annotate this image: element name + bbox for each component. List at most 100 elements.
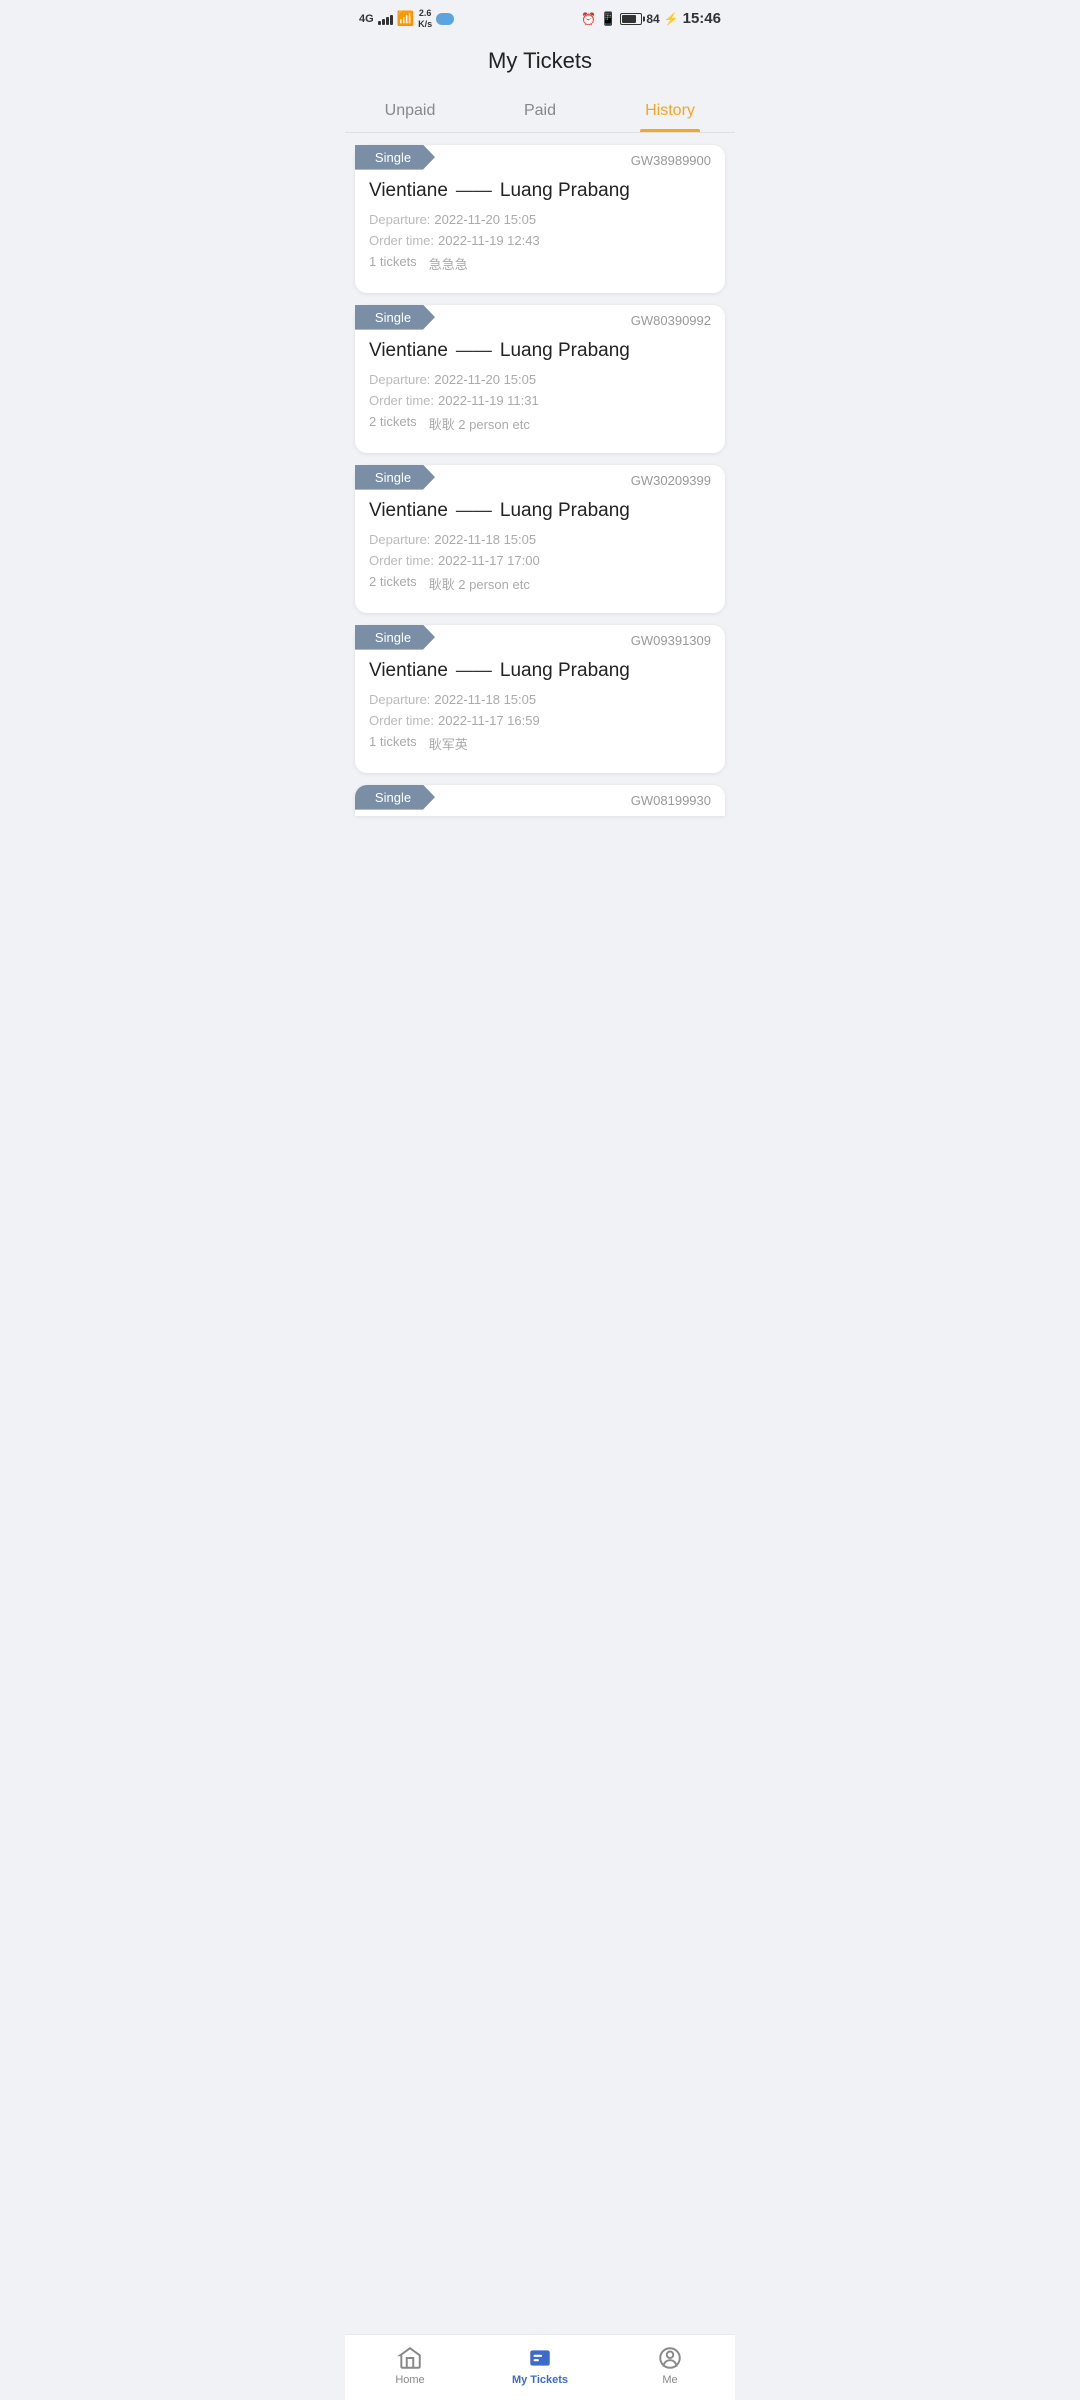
departure-label: Departure: xyxy=(369,692,430,707)
status-right: ⏰ 📱 84 ⚡ 15:46 xyxy=(581,10,721,27)
network-speed: 2.6 K/s xyxy=(418,8,432,30)
passengers: 耿耿 2 person etc xyxy=(429,574,530,593)
to-city: Luang Prabang xyxy=(500,500,630,522)
ticket-card[interactable]: Single GW38989900 Vientiane —— Luang Pra… xyxy=(355,145,725,293)
order-number: GW09391309 xyxy=(631,625,711,648)
ticket-card[interactable]: Single GW80390992 Vientiane —— Luang Pra… xyxy=(355,305,725,453)
wifi-icon: 📶 xyxy=(397,10,414,27)
alarm-icon: ⏰ xyxy=(581,12,596,26)
page-title: My Tickets xyxy=(345,34,735,90)
charging-icon: ⚡ xyxy=(664,12,679,26)
order-number: GW38989900 xyxy=(631,145,711,168)
departure-row: Departure: 2022-11-18 15:05 xyxy=(369,532,711,547)
route-arrow: —— xyxy=(456,660,492,681)
person-icon xyxy=(657,2345,683,2371)
battery-percent: 84 xyxy=(646,12,659,26)
route: Vientiane —— Luang Prabang xyxy=(369,500,711,522)
departure-label: Departure: xyxy=(369,212,430,227)
ticket-card-partial[interactable]: Single GW08199930 xyxy=(355,785,725,816)
ticket-type-badge: Single xyxy=(355,465,435,490)
route: Vientiane —— Luang Prabang xyxy=(369,660,711,682)
nav-home[interactable]: Home xyxy=(345,2335,475,2400)
to-city: Luang Prabang xyxy=(500,340,630,362)
from-city: Vientiane xyxy=(369,340,448,362)
status-left: 4G 📶 2.6 K/s xyxy=(359,8,454,30)
tickets-count: 2 tickets xyxy=(369,414,417,433)
departure-row: Departure: 2022-11-20 15:05 xyxy=(369,212,711,227)
route-arrow: —— xyxy=(456,180,492,201)
card-body: Vientiane —— Luang Prabang Departure: 20… xyxy=(355,490,725,613)
to-city: Luang Prabang xyxy=(500,180,630,202)
to-city: Luang Prabang xyxy=(500,660,630,682)
from-city: Vientiane xyxy=(369,500,448,522)
status-bar: 4G 📶 2.6 K/s ⏰ 📱 84 ⚡ 15:46 xyxy=(345,0,735,34)
ticket-card[interactable]: Single GW30209399 Vientiane —— Luang Pra… xyxy=(355,465,725,613)
cloud-icon xyxy=(436,13,454,25)
passengers: 耿耿 2 person etc xyxy=(429,414,530,433)
card-header: Single GW09391309 xyxy=(355,625,725,650)
order-time-value: 2022-11-19 12:43 xyxy=(438,233,540,248)
signal-bars xyxy=(378,13,393,25)
order-time-label: Order time: xyxy=(369,393,434,408)
order-time-row: Order time: 2022-11-19 11:31 xyxy=(369,393,711,408)
departure-value: 2022-11-18 15:05 xyxy=(434,532,536,547)
tab-paid[interactable]: Paid xyxy=(475,90,605,132)
order-time-value: 2022-11-17 17:00 xyxy=(438,553,540,568)
route-arrow: —— xyxy=(456,340,492,361)
battery-icon xyxy=(620,13,642,25)
order-number: GW08199930 xyxy=(631,785,711,808)
order-time-row: Order time: 2022-11-17 17:00 xyxy=(369,553,711,568)
nav-my-tickets[interactable]: My Tickets xyxy=(475,2335,605,2400)
nav-me[interactable]: Me xyxy=(605,2335,735,2400)
ticket-list: Single GW38989900 Vientiane —— Luang Pra… xyxy=(345,133,735,920)
nav-me-label: Me xyxy=(662,2374,677,2386)
route: Vientiane —— Luang Prabang xyxy=(369,340,711,362)
order-time-label: Order time: xyxy=(369,553,434,568)
route: Vientiane —— Luang Prabang xyxy=(369,180,711,202)
ticket-type-badge: Single xyxy=(355,785,435,810)
passengers-row: 2 tickets 耿耿 2 person etc xyxy=(369,574,711,593)
carrier-label: 4G xyxy=(359,13,374,25)
passengers-row: 1 tickets 耿军英 xyxy=(369,734,711,753)
home-icon xyxy=(397,2345,423,2371)
order-time-value: 2022-11-17 16:59 xyxy=(438,713,540,728)
order-number: GW30209399 xyxy=(631,465,711,488)
tab-history[interactable]: History xyxy=(605,90,735,132)
passengers: 耿军英 xyxy=(429,734,468,753)
card-body: Vientiane —— Luang Prabang Departure: 20… xyxy=(355,330,725,453)
departure-value: 2022-11-18 15:05 xyxy=(434,692,536,707)
card-header: Single GW08199930 xyxy=(355,785,725,810)
departure-value: 2022-11-20 15:05 xyxy=(434,212,536,227)
tickets-icon xyxy=(527,2345,553,2371)
from-city: Vientiane xyxy=(369,660,448,682)
order-time-value: 2022-11-19 11:31 xyxy=(438,393,539,408)
passengers-row: 1 tickets 急急急 xyxy=(369,254,711,273)
card-body: Vientiane —— Luang Prabang Departure: 20… xyxy=(355,170,725,293)
bottom-nav: Home My Tickets Me xyxy=(345,2334,735,2400)
order-time-row: Order time: 2022-11-17 16:59 xyxy=(369,713,711,728)
tab-bar: Unpaid Paid History xyxy=(345,90,735,133)
time-display: 15:46 xyxy=(683,10,721,27)
card-header: Single GW80390992 xyxy=(355,305,725,330)
passengers: 急急急 xyxy=(429,254,468,273)
departure-value: 2022-11-20 15:05 xyxy=(434,372,536,387)
passengers-row: 2 tickets 耿耿 2 person etc xyxy=(369,414,711,433)
from-city: Vientiane xyxy=(369,180,448,202)
nav-home-label: Home xyxy=(395,2374,424,2386)
order-number: GW80390992 xyxy=(631,305,711,328)
departure-row: Departure: 2022-11-18 15:05 xyxy=(369,692,711,707)
nav-tickets-label: My Tickets xyxy=(512,2374,568,2386)
ticket-card[interactable]: Single GW09391309 Vientiane —— Luang Pra… xyxy=(355,625,725,773)
card-header: Single GW30209399 xyxy=(355,465,725,490)
order-time-row: Order time: 2022-11-19 12:43 xyxy=(369,233,711,248)
order-time-label: Order time: xyxy=(369,713,434,728)
ticket-type-badge: Single xyxy=(355,145,435,170)
departure-label: Departure: xyxy=(369,372,430,387)
card-body: Vientiane —— Luang Prabang Departure: 20… xyxy=(355,650,725,773)
ticket-type-badge: Single xyxy=(355,625,435,650)
order-time-label: Order time: xyxy=(369,233,434,248)
tab-unpaid[interactable]: Unpaid xyxy=(345,90,475,132)
tickets-count: 1 tickets xyxy=(369,254,417,273)
departure-label: Departure: xyxy=(369,532,430,547)
ticket-type-badge: Single xyxy=(355,305,435,330)
